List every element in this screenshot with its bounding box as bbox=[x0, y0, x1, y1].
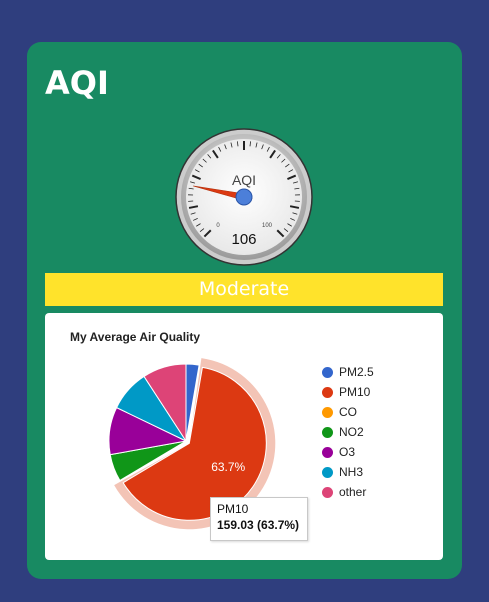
legend-label: other bbox=[339, 485, 367, 499]
gauge-max-label: 100 bbox=[262, 223, 273, 229]
aqi-status-banner: Moderate bbox=[45, 273, 443, 306]
legend-swatch bbox=[322, 386, 333, 398]
legend-swatch bbox=[322, 486, 333, 498]
gauge-hub bbox=[235, 188, 253, 206]
legend-item-no2[interactable]: NO2 bbox=[322, 422, 374, 442]
legend-label: NO2 bbox=[339, 425, 364, 439]
chart-tooltip: PM10 159.03 (63.7%) bbox=[210, 497, 308, 541]
legend-item-nh3[interactable]: NH3 bbox=[322, 462, 374, 482]
legend-label: CO bbox=[339, 405, 357, 419]
legend-swatch bbox=[322, 466, 333, 478]
tooltip-name: PM10 bbox=[217, 502, 249, 516]
legend-label: NH3 bbox=[339, 465, 364, 479]
aqi-gauge: AQI 0 100 106 bbox=[174, 127, 314, 267]
gauge-value: 106 bbox=[231, 231, 256, 248]
tooltip-value: 159.03 (63.7%) bbox=[217, 518, 300, 532]
legend-swatch bbox=[322, 406, 333, 418]
legend-label: O3 bbox=[339, 445, 356, 459]
legend-item-pm10[interactable]: PM10 bbox=[322, 382, 374, 402]
aqi-gauge-svg: AQI 0 100 106 bbox=[175, 128, 313, 266]
legend-item-o3[interactable]: O3 bbox=[322, 442, 374, 462]
legend-item-co[interactable]: CO bbox=[322, 402, 374, 422]
legend-item-other[interactable]: other bbox=[322, 482, 374, 502]
legend-label: PM10 bbox=[339, 385, 371, 399]
gauge-label: AQI bbox=[232, 172, 256, 188]
legend-swatch bbox=[322, 446, 333, 458]
legend-label: PM2.5 bbox=[339, 365, 374, 379]
legend-item-pm25[interactable]: PM2.5 bbox=[322, 362, 374, 382]
pie-data-label: 63.7% bbox=[211, 460, 245, 474]
chart-legend: PM2.5 PM10 CO NO2 O3 NH3 other bbox=[322, 362, 374, 502]
legend-swatch bbox=[322, 426, 333, 438]
page-title: AQI bbox=[45, 64, 109, 102]
legend-swatch bbox=[322, 366, 333, 378]
